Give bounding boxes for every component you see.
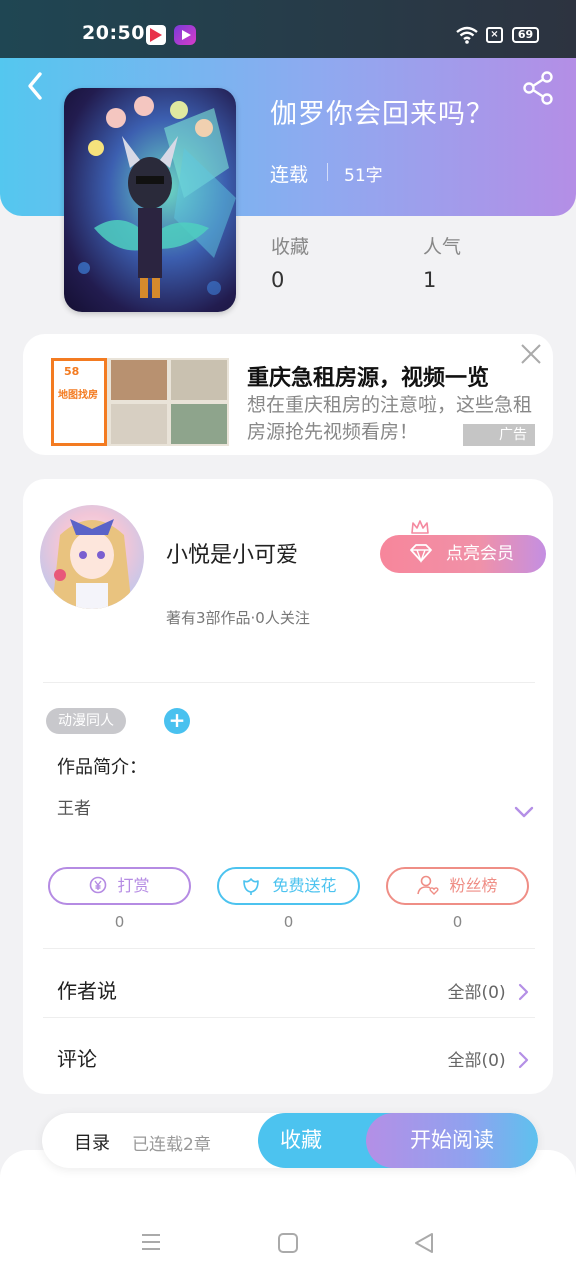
ad-title: 重庆急租房源，视频一览: [247, 366, 490, 391]
bottom-action-bar: 目录 已连载2章 收藏 开始阅读: [42, 1113, 538, 1168]
back-arrow-icon[interactable]: [18, 68, 58, 108]
video-app-icon: [146, 25, 166, 45]
chevron-down-icon[interactable]: [513, 805, 535, 819]
yen-icon: [90, 876, 107, 894]
start-reading-label: 开始阅读: [410, 1128, 494, 1152]
comments-all-label: 全部(0): [447, 1051, 506, 1071]
divider: [43, 682, 535, 683]
flower-count: 0: [283, 913, 294, 931]
reward-button[interactable]: 打赏: [48, 867, 191, 905]
divider: [43, 948, 535, 949]
avatar-art: [52, 519, 132, 609]
back-triangle-icon[interactable]: [413, 1232, 435, 1254]
ad-thumb-photo: [171, 360, 227, 400]
send-flower-label: 免费送花: [272, 876, 337, 895]
author-says-all-label: 全部(0): [447, 983, 506, 1003]
toc-button[interactable]: 目录: [74, 1129, 110, 1155]
collect-button-label: 收藏: [280, 1128, 322, 1152]
reward-label: 打赏: [117, 876, 150, 895]
intro-label: 作品简介：: [57, 757, 147, 778]
chevron-right-icon: [518, 983, 529, 1000]
sim-icon: ×: [486, 27, 503, 43]
share-icon[interactable]: [518, 68, 558, 108]
comments-label[interactable]: 评论: [57, 1043, 97, 1072]
status-separator: [327, 163, 328, 181]
author-meta: 著有3部作品·0人关注: [166, 609, 310, 627]
ad-thumbnail: 58 地图找房: [51, 358, 229, 446]
book-title: 伽罗你会回来吗？: [270, 99, 494, 130]
bottom-sheet: [0, 1150, 576, 1280]
stat-collect-label: 收藏: [271, 236, 310, 258]
ad-label: 广告: [463, 424, 535, 446]
flower-icon: [243, 878, 260, 895]
author-name[interactable]: 小悦是小可爱: [166, 537, 298, 569]
author-says-all[interactable]: 全部(0): [448, 978, 530, 1003]
fans-ranking-label: 粉丝榜: [449, 876, 498, 895]
ad-thumb-name: 地图找房: [58, 390, 98, 401]
media-app-icon: [174, 25, 196, 45]
fans-count: 0: [452, 913, 463, 931]
work-tag[interactable]: 动漫同人: [46, 708, 126, 734]
ad-thumb-panel: 58 地图找房: [51, 358, 107, 446]
book-word-count: 51字: [344, 166, 383, 186]
stat-collect-value: 0: [271, 268, 285, 292]
ad-banner[interactable]: 58 地图找房 重庆急租房源，视频一览 想在重庆租房的注意啦，这些急租房源抢先视…: [23, 334, 553, 455]
comments-all[interactable]: 全部(0): [448, 1046, 530, 1071]
add-tag-button[interactable]: +: [164, 708, 190, 734]
book-cover[interactable]: [64, 88, 236, 312]
crown-icon: [411, 520, 429, 534]
fans-icon: [417, 875, 440, 895]
author-avatar[interactable]: [40, 505, 144, 609]
close-icon[interactable]: [517, 340, 545, 368]
chapter-count[interactable]: 已连载2章: [132, 1130, 211, 1155]
start-reading-button[interactable]: 开始阅读: [366, 1113, 538, 1168]
stat-popularity-value: 1: [423, 268, 437, 292]
author-work-card: 小悦是小可爱 著有3部作品·0人关注 点亮会员 动漫同人 + 作品简介： 王者 …: [23, 479, 553, 1094]
book-status: 连载: [270, 164, 309, 186]
diamond-icon: [410, 544, 432, 563]
stat-popularity-label: 人气: [423, 236, 462, 258]
send-flower-button[interactable]: 免费送花: [217, 867, 360, 905]
battery-icon: 69: [512, 27, 539, 43]
vip-button-label: 点亮会员: [446, 544, 514, 564]
status-time: 20:50: [82, 22, 145, 44]
home-icon[interactable]: [277, 1232, 299, 1254]
author-says-label[interactable]: 作者说: [57, 975, 117, 1004]
ad-thumb-photo: [111, 404, 167, 444]
reward-count: 0: [114, 913, 125, 931]
wifi-icon: [456, 26, 478, 44]
ad-thumb-brand: 58: [64, 365, 80, 378]
divider: [43, 1017, 535, 1018]
ad-thumb-photo: [171, 404, 227, 444]
menu-icon[interactable]: [140, 1232, 162, 1252]
vip-button[interactable]: 点亮会员: [380, 535, 546, 573]
status-bar: 20:50 × 69: [0, 0, 576, 58]
chevron-right-icon: [518, 1051, 529, 1068]
cover-art: [78, 96, 236, 298]
intro-text: 王者: [57, 799, 91, 819]
ad-thumb-photo: [111, 360, 167, 400]
fans-ranking-button[interactable]: 粉丝榜: [386, 867, 529, 905]
